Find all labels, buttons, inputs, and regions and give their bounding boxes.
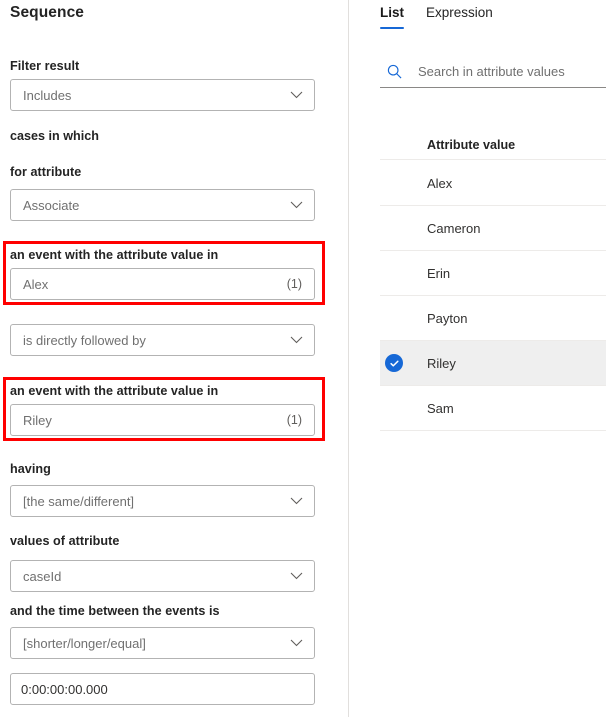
tab-list[interactable]: List [380, 3, 405, 29]
chevron-down-icon [284, 497, 308, 505]
for-attribute-value: Associate [23, 197, 80, 213]
list-item[interactable]: Payton [380, 296, 606, 341]
for-attribute-label: for attribute [10, 165, 82, 179]
second-event-value: Riley [23, 412, 52, 428]
first-event-value-input[interactable]: Alex (1) [10, 268, 315, 300]
chevron-down-icon [284, 572, 308, 580]
list-item[interactable]: Erin [380, 251, 606, 296]
attribute-value-column-header: Attribute value [380, 130, 606, 160]
search-row [380, 56, 606, 88]
chevron-down-icon [284, 336, 308, 344]
list-item-label: Riley [427, 355, 456, 371]
search-input[interactable] [408, 63, 606, 80]
first-event-count: (1) [286, 277, 302, 291]
time-between-events-label: and the time between the events is [10, 604, 220, 618]
values-of-attribute-value: caseId [23, 568, 62, 584]
chevron-down-icon [284, 201, 308, 209]
panel-tabs: List Expression [380, 3, 493, 29]
relation-dropdown[interactable]: is directly followed by [10, 324, 315, 356]
search-icon [380, 64, 408, 79]
sequence-filter-screen: Sequence Filter result Includes cases in… [0, 0, 606, 717]
chevron-down-icon [284, 91, 308, 99]
checkmark-icon [385, 354, 403, 372]
filter-result-value: Includes [23, 87, 72, 103]
time-comparison-value: [shorter/longer/equal] [23, 635, 146, 651]
values-of-attribute-dropdown[interactable]: caseId [10, 560, 315, 592]
having-value: [the same/different] [23, 493, 135, 509]
checkbox-slot[interactable] [380, 354, 427, 372]
list-item[interactable]: Cameron [380, 206, 606, 251]
list-item-selected[interactable]: Riley [380, 341, 606, 386]
second-event-count: (1) [286, 413, 302, 427]
relation-value: is directly followed by [23, 332, 146, 348]
first-event-attribute-label: an event with the attribute value in [10, 248, 219, 262]
attribute-values-list: Alex Cameron Erin Payton Riley Sam [380, 161, 606, 431]
attribute-values-panel: List Expression Attribute value Alex Cam… [349, 0, 606, 717]
first-event-value: Alex [23, 276, 49, 292]
list-item[interactable]: Alex [380, 161, 606, 206]
second-event-attribute-label: an event with the attribute value in [10, 384, 219, 398]
list-item-label: Erin [427, 265, 451, 281]
list-item-label: Alex [427, 175, 453, 191]
cases-in-which-label: cases in which [10, 129, 99, 143]
second-event-value-input[interactable]: Riley (1) [10, 404, 315, 436]
list-item-label: Cameron [427, 220, 481, 236]
tab-expression[interactable]: Expression [426, 3, 493, 29]
time-comparison-dropdown[interactable]: [shorter/longer/equal] [10, 627, 315, 659]
filter-result-label: Filter result [10, 59, 80, 73]
values-of-attribute-label: values of attribute [10, 534, 120, 548]
list-item[interactable]: Sam [380, 386, 606, 431]
list-item-label: Payton [427, 310, 468, 326]
filter-result-dropdown[interactable]: Includes [10, 79, 315, 111]
chevron-down-icon [284, 639, 308, 647]
duration-input[interactable]: 0:00:00:00.000 [10, 673, 315, 705]
sequence-configuration-panel: Sequence Filter result Includes cases in… [0, 0, 348, 717]
having-dropdown[interactable]: [the same/different] [10, 485, 315, 517]
list-item-label: Sam [427, 400, 454, 416]
page-title: Sequence [10, 4, 85, 21]
duration-value: 0:00:00:00.000 [21, 681, 108, 697]
for-attribute-dropdown[interactable]: Associate [10, 189, 315, 221]
having-label: having [10, 462, 51, 476]
